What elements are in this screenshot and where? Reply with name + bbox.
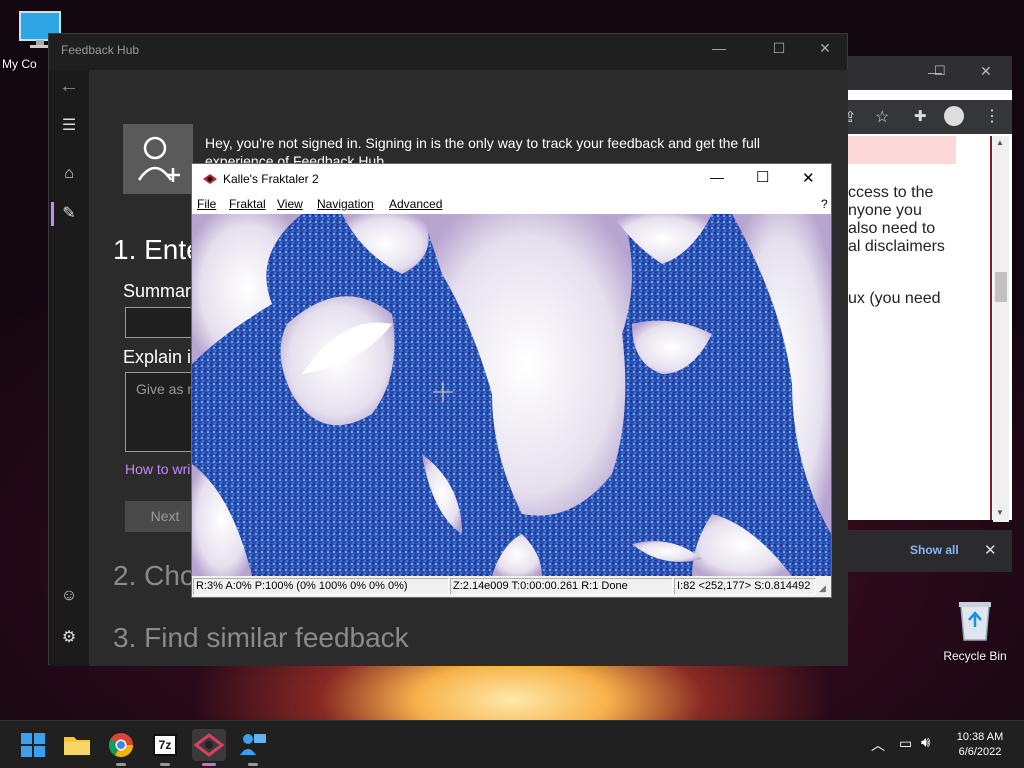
window-title: Feedback Hub: [61, 43, 140, 57]
active-indicator: [202, 763, 216, 766]
recycle-bin-icon: [959, 602, 991, 641]
home-icon[interactable]: ⌂: [57, 162, 81, 186]
close-downloads-icon[interactable]: ✕: [984, 541, 997, 559]
chrome-page-content: ccess to the nyone you also need to al d…: [848, 136, 993, 520]
clock[interactable]: 10:38 AM 6/6/2022: [948, 730, 1012, 760]
taskbar-7zip[interactable]: 7z: [148, 729, 182, 766]
page-text-line: nyone you: [848, 202, 922, 219]
back-arrow-icon[interactable]: ←: [57, 74, 81, 98]
scroll-up-icon[interactable]: ▲: [996, 138, 1004, 147]
close-icon[interactable]: ✕: [802, 169, 815, 187]
close-icon[interactable]: ✕: [813, 40, 837, 60]
folder-icon: [64, 737, 90, 755]
status-zoom-time: Z:2.14e009 T:0:00:00.261 R:1 Done: [450, 578, 673, 595]
page-text-line: also need to: [848, 220, 936, 237]
profile-icon[interactable]: [944, 106, 964, 126]
feedback-hub-icon: [240, 734, 266, 755]
status-bar: R:3% A:0% P:100% (0% 100% 0% 0% 0%) Z:2.…: [192, 576, 831, 597]
add-user-icon[interactable]: ☺: [57, 584, 81, 608]
network-icon[interactable]: ▭: [899, 735, 912, 752]
fraktaler-app-icon: [203, 174, 217, 184]
extensions-icon[interactable]: ✚: [914, 107, 927, 125]
show-all-button[interactable]: Show all: [910, 543, 959, 557]
minimize-icon[interactable]: —: [710, 169, 724, 185]
desktop-icon-recycle-bin[interactable]: Recycle Bin: [935, 598, 1015, 663]
menu-advanced[interactable]: Advanced: [389, 197, 442, 211]
download-bar: Show all ✕: [848, 530, 1012, 572]
page-border-line: [990, 136, 992, 520]
taskbar-fraktaler[interactable]: [192, 729, 226, 766]
highlight-block: [848, 136, 956, 164]
resize-grip-icon[interactable]: ◢: [819, 583, 826, 594]
taskbar-file-explorer[interactable]: [60, 729, 94, 761]
chrome-toolbar: ⇪ ☆ ✚ ⋮: [838, 100, 1012, 134]
chrome-titlebar: — ☐ ✕: [838, 56, 1012, 90]
scroll-down-icon[interactable]: ▼: [996, 508, 1004, 517]
step1-heading: 1. Ente: [113, 234, 202, 265]
taskbar-start[interactable]: [16, 729, 50, 761]
fractal-canvas[interactable]: [192, 214, 831, 576]
window-title: Kalle's Fraktaler 2: [223, 172, 319, 186]
scrollbar-thumb[interactable]: [995, 272, 1007, 302]
taskbar: 7z ︿ ▭ 🔊︎ 10:38 AM 6/6/2022: [0, 720, 1024, 768]
clock-date: 6/6/2022: [958, 746, 1002, 758]
bookmark-star-icon[interactable]: ☆: [875, 107, 889, 127]
chrome-icon: [108, 733, 133, 758]
help-menu[interactable]: ?: [821, 197, 828, 211]
taskbar-feedback-hub[interactable]: [236, 729, 270, 766]
page-text-line: ccess to the: [848, 184, 934, 201]
step3-heading: 3. Find similar feedback: [113, 622, 409, 653]
seven-zip-icon: 7z: [153, 734, 177, 756]
windows-logo-icon: [21, 733, 45, 757]
chrome-scrollbar[interactable]: ▲ ▼: [993, 136, 1009, 522]
how-to-write-link[interactable]: How to wri: [125, 461, 190, 477]
show-hidden-icons-chevron-icon[interactable]: ︿: [871, 735, 885, 755]
menu-bar: File Fraktal View Navigation Advanced ?: [192, 194, 831, 214]
menu-kebab-icon[interactable]: ⋮: [984, 106, 1000, 126]
fraktaler-app-icon: [193, 733, 225, 757]
status-render-progress: R:3% A:0% P:100% (0% 100% 0% 0% 0%): [193, 578, 449, 595]
menu-view[interactable]: View: [277, 197, 303, 211]
feedback-icon[interactable]: ✎: [57, 202, 81, 226]
taskbar-chrome[interactable]: [104, 729, 138, 766]
close-icon[interactable]: ✕: [980, 63, 992, 80]
minimize-icon[interactable]: —: [707, 40, 731, 60]
explain-label: Explain i: [123, 347, 192, 367]
volume-icon[interactable]: 🔊︎: [921, 734, 930, 751]
running-indicator: [248, 763, 258, 766]
hamburger-menu-icon[interactable]: ☰: [57, 114, 81, 138]
page-text-line: al disclaimers: [848, 238, 945, 255]
fraktaler-titlebar: Kalle's Fraktaler 2 — ☐ ✕: [192, 164, 831, 194]
clock-time: 10:38 AM: [956, 731, 1004, 743]
desktop-icon-label: Recycle Bin: [943, 649, 1007, 663]
menu-file[interactable]: File: [197, 197, 216, 211]
running-indicator: [116, 763, 126, 766]
menu-navigation[interactable]: Navigation: [317, 197, 374, 211]
fractal-image: [192, 214, 831, 576]
maximize-icon[interactable]: ☐: [767, 40, 791, 60]
menu-fraktal[interactable]: Fraktal: [229, 197, 266, 211]
status-iterations: I:82 <252,177> S:0.814492: [674, 578, 816, 595]
explain-placeholder: Give as m: [136, 381, 200, 397]
nav-rail: ← ☰ ⌂ ✎ ☺ ⚙: [49, 70, 89, 666]
selected-indicator: [51, 202, 54, 226]
running-indicator: [160, 763, 170, 766]
fraktaler-window: Kalle's Fraktaler 2 — ☐ ✕ File Fraktal V…: [191, 163, 832, 598]
summarize-label: Summari: [123, 281, 196, 301]
step2-heading: 2. Cho: [113, 560, 196, 591]
add-person-icon: [137, 136, 180, 182]
settings-gear-icon[interactable]: ⚙: [57, 626, 81, 650]
avatar[interactable]: [123, 124, 193, 194]
page-text-line: ux (you need: [848, 290, 941, 307]
maximize-icon[interactable]: ☐: [934, 63, 946, 79]
maximize-icon[interactable]: ☐: [756, 168, 769, 186]
